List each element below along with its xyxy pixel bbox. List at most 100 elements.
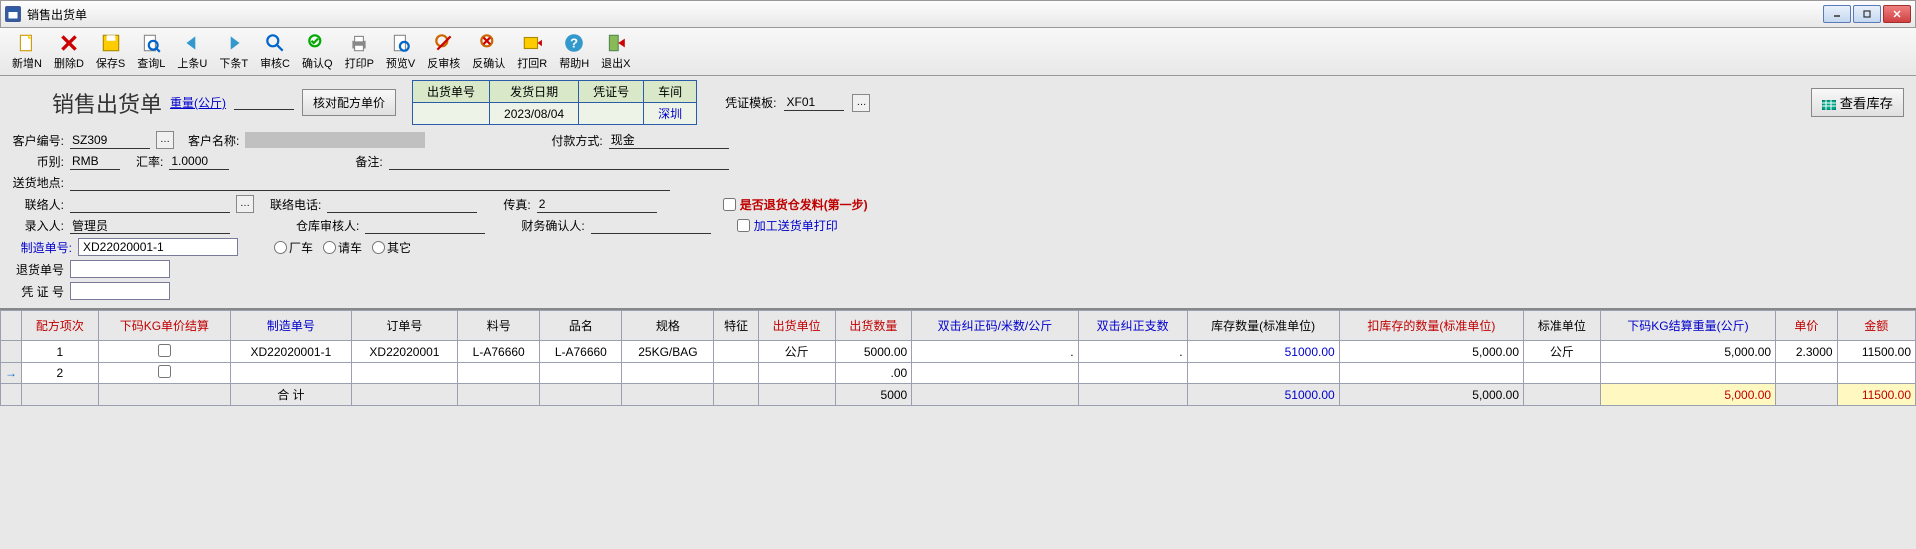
close-button[interactable] [1883, 5, 1911, 23]
cell-order[interactable]: XD22020001 [351, 341, 457, 363]
cell-seq[interactable]: 1 [22, 341, 99, 363]
grid-col-17[interactable]: 金额 [1837, 311, 1915, 341]
toolbar-preview-button[interactable]: 预览V [380, 30, 421, 73]
cell-kgweight[interactable] [1600, 363, 1775, 384]
contact-input[interactable] [70, 196, 230, 213]
check-recipe-price-button[interactable]: 核对配方单价 [302, 89, 396, 116]
maximize-button[interactable] [1853, 5, 1881, 23]
voucher-tpl-input[interactable] [784, 94, 844, 111]
rate-input[interactable] [169, 153, 229, 170]
cell-chk[interactable] [98, 363, 230, 384]
cell-itemno[interactable] [458, 363, 540, 384]
pay-method-input[interactable] [609, 132, 729, 149]
cell-order[interactable] [351, 363, 457, 384]
customer-code-input[interactable] [70, 132, 150, 149]
radio-factory[interactable]: 厂车 [274, 239, 313, 256]
toolbar-audit-button[interactable]: 审核C [254, 30, 296, 73]
grid-col-3[interactable]: 订单号 [351, 311, 457, 341]
cell-fix2[interactable]: . [1078, 341, 1187, 363]
cell-unit[interactable]: 公斤 [758, 341, 835, 363]
cell-feature[interactable] [714, 341, 758, 363]
remark-input[interactable] [389, 153, 729, 170]
grid-col-0[interactable]: 配方项次 [22, 311, 99, 341]
cell-mfg[interactable] [231, 363, 352, 384]
grid-col-2[interactable]: 制造单号 [231, 311, 352, 341]
return-no-input[interactable] [70, 260, 170, 278]
toolbar-unaudit-button[interactable]: 反审核 [421, 30, 466, 73]
toolbar-help-button[interactable]: ?帮助H [553, 30, 595, 73]
ship-addr-input[interactable] [70, 174, 670, 191]
cell-itemname[interactable] [540, 363, 622, 384]
toolbar-save-button[interactable]: 保存S [90, 30, 131, 73]
cell-price[interactable]: 2.3000 [1776, 341, 1837, 363]
grid-col-9[interactable]: 出货数量 [835, 311, 912, 341]
fin-confirm-input[interactable] [591, 217, 711, 234]
cell-seq[interactable]: 2 [22, 363, 99, 384]
cell-amount[interactable]: 11500.00 [1837, 341, 1915, 363]
grid-col-5[interactable]: 品名 [540, 311, 622, 341]
grid-col-14[interactable]: 标准单位 [1524, 311, 1601, 341]
radio-other[interactable]: 其它 [372, 239, 411, 256]
grid-col-13[interactable]: 扣库存的数量(标准单位) [1339, 311, 1523, 341]
currency-input[interactable] [70, 153, 120, 170]
grid-col-1[interactable]: 下码KG单价结算 [98, 311, 230, 341]
customer-code-lookup[interactable]: … [156, 131, 174, 149]
cell-stdunit[interactable]: 公斤 [1524, 341, 1601, 363]
contact-phone-input[interactable] [327, 196, 477, 213]
process-print-checkbox[interactable]: 加工送货单打印 [737, 217, 838, 234]
table-row[interactable]: →2.00 [1, 363, 1916, 384]
val-voucherno[interactable] [579, 103, 644, 125]
val-workshop[interactable]: 深圳 [644, 103, 697, 125]
grid-col-10[interactable]: 双击纠正码/米数/公斤 [912, 311, 1078, 341]
return-warehouse-checkbox[interactable]: 是否退货仓发料(第一步) [723, 196, 868, 213]
grid-col-16[interactable]: 单价 [1776, 311, 1837, 341]
toolbar-next-button[interactable]: 下条T [213, 30, 254, 73]
cell-qty[interactable]: 5000.00 [835, 341, 912, 363]
process-print-check-input[interactable] [737, 219, 750, 232]
voucher-no-input[interactable] [70, 282, 170, 300]
grid-col-8[interactable]: 出货单位 [758, 311, 835, 341]
cell-itemname[interactable]: L-A76660 [540, 341, 622, 363]
weight-link[interactable]: 重量(公斤) [170, 94, 226, 111]
cell-deduct[interactable] [1339, 363, 1523, 384]
grid-col-4[interactable]: 料号 [458, 311, 540, 341]
cell-kgweight[interactable]: 5,000.00 [1600, 341, 1775, 363]
toolbar-query-button[interactable]: 查询L [131, 30, 171, 73]
cell-fix2[interactable] [1078, 363, 1187, 384]
table-row[interactable]: 1XD22020001-1XD22020001L-A76660L-A766602… [1, 341, 1916, 363]
cell-itemno[interactable]: L-A76660 [458, 341, 540, 363]
grid-col-15[interactable]: 下码KG结算重量(公斤) [1600, 311, 1775, 341]
grid-col-7[interactable]: 特征 [714, 311, 758, 341]
grid-col-6[interactable]: 规格 [622, 311, 714, 341]
voucher-tpl-lookup[interactable]: … [852, 94, 870, 112]
cell-price[interactable] [1776, 363, 1837, 384]
val-shipno[interactable] [413, 103, 490, 125]
grid-col-11[interactable]: 双击纠正支数 [1078, 311, 1187, 341]
cell-spec[interactable]: 25KG/BAG [622, 341, 714, 363]
minimize-button[interactable] [1823, 5, 1851, 23]
toolbar-confirm-button[interactable]: 确认Q [296, 30, 339, 73]
fax-input[interactable] [537, 196, 657, 213]
grid-col-12[interactable]: 库存数量(标准单位) [1187, 311, 1339, 341]
cell-amount[interactable] [1837, 363, 1915, 384]
cell-fix1[interactable]: . [912, 341, 1078, 363]
cell-qty[interactable]: .00 [835, 363, 912, 384]
cell-chk[interactable] [98, 341, 230, 363]
toolbar-prev-button[interactable]: 上条U [171, 30, 213, 73]
toolbar-delete-button[interactable]: 删除D [48, 30, 90, 73]
wh-auditor-input[interactable] [365, 217, 485, 234]
return-warehouse-check-input[interactable] [723, 198, 736, 211]
toolbar-return-button[interactable]: 打回R [511, 30, 553, 73]
toolbar-print-button[interactable]: 打印P [339, 30, 380, 73]
cell-feature[interactable] [714, 363, 758, 384]
cell-deduct[interactable]: 5,000.00 [1339, 341, 1523, 363]
cell-unit[interactable] [758, 363, 835, 384]
toolbar-unconfirm-button[interactable]: 反确认 [466, 30, 511, 73]
contact-lookup[interactable]: … [236, 195, 254, 213]
view-inventory-button[interactable]: 查看库存 [1811, 88, 1904, 117]
cell-stock[interactable] [1187, 363, 1339, 384]
toolbar-exit-button[interactable]: 退出X [595, 30, 636, 73]
toolbar-new-button[interactable]: 新增N [6, 30, 48, 73]
mfg-order-input[interactable] [78, 238, 238, 256]
cell-stock[interactable]: 51000.00 [1187, 341, 1339, 363]
